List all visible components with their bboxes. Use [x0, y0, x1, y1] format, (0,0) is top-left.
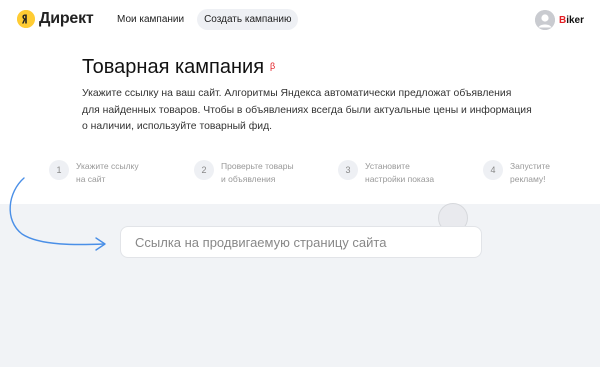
description-line: для найденных товаров. Чтобы в объявлени…	[82, 104, 532, 116]
main-nav: Мои кампании Создать кампанию	[110, 9, 299, 30]
step-2: 2 Проверьте товары и объявления	[194, 160, 301, 186]
step-number: 3	[338, 160, 358, 180]
nav-my-campaigns[interactable]: Мои кампании	[110, 9, 191, 30]
avatar	[534, 10, 555, 30]
step-label: Проверьте товары и объявления	[221, 161, 294, 184]
page-title: Товарная кампания	[82, 56, 265, 78]
site-url-input[interactable]	[120, 226, 482, 258]
arrow-icon	[9, 177, 106, 251]
description-line: Укажите ссылку на ваш сайт. Алгоритмы Ян…	[82, 88, 512, 99]
step-label: Запустите рекламу!	[510, 161, 551, 184]
description-line: о наличии, используйте товарный фид.	[82, 121, 273, 132]
user-login: Biker	[558, 14, 584, 26]
step-number: 2	[194, 160, 214, 180]
steps-bar: 1 Укажите ссылку на сайт 2 Проверьте това…	[49, 160, 589, 190]
step-3: 3 Установите настройки показа	[338, 160, 445, 186]
top-header: Директ Мои кампании Создать кампанию Bik…	[0, 0, 600, 40]
page-description: Укажите ссылку на ваш сайт. Алгоритмы Ян…	[82, 86, 532, 136]
step-number: 4	[483, 160, 503, 180]
yandex-logo-icon	[17, 10, 35, 28]
direct-logo[interactable]: Директ	[17, 10, 94, 28]
beta-badge: β	[270, 61, 276, 71]
user-menu[interactable]: Biker	[534, 10, 584, 30]
step-4: 4 Запустите рекламу!	[483, 160, 590, 186]
nav-create-campaign[interactable]: Создать кампанию	[197, 9, 299, 30]
step-label: Установите настройки показа	[365, 161, 435, 184]
brand-name: Директ	[39, 10, 94, 27]
